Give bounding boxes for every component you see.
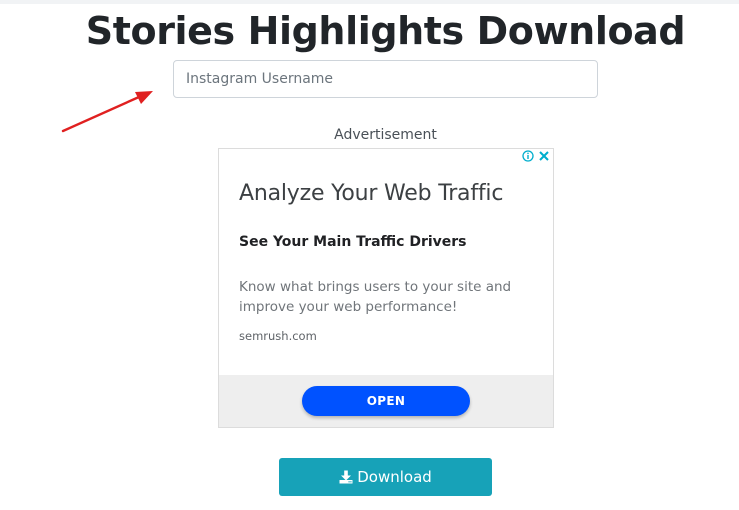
ad-headline[interactable]: Analyze Your Web Traffic <box>239 181 503 206</box>
ad-subheadline[interactable]: See Your Main Traffic Drivers <box>239 234 467 250</box>
instagram-username-input[interactable] <box>173 60 598 98</box>
info-icon[interactable] <box>522 150 534 162</box>
ad-banner[interactable]: Analyze Your Web Traffic See Your Main T… <box>218 148 554 428</box>
advertisement-label: Advertisement <box>334 127 437 143</box>
download-icon <box>339 470 353 484</box>
download-button[interactable]: Download <box>279 458 492 496</box>
ad-footer: OPEN <box>219 375 553 427</box>
download-button-label: Download <box>357 468 432 486</box>
ad-choices[interactable] <box>522 150 550 162</box>
top-strip <box>0 0 739 4</box>
ad-open-button[interactable]: OPEN <box>302 386 470 416</box>
ad-domain[interactable]: semrush.com <box>239 329 317 343</box>
page-title: Stories Highlights Download <box>85 9 686 53</box>
page: Stories Highlights Download Advertisemen… <box>0 0 739 510</box>
close-icon[interactable] <box>538 150 550 162</box>
ad-body-text: Know what brings users to your site and … <box>239 279 512 315</box>
